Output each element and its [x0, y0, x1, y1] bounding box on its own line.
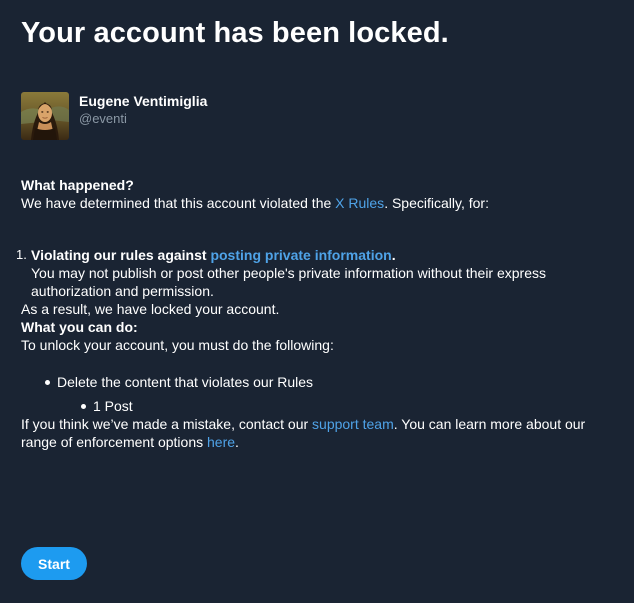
- what-happened-text-end: . Specifically, for:: [384, 195, 489, 211]
- action-sub-label: 1 Post: [93, 398, 133, 414]
- violation-description: You may not publish or post other people…: [31, 265, 546, 299]
- list-item: 1 Post: [57, 397, 616, 415]
- display-name: Eugene Ventimiglia: [79, 93, 208, 109]
- x-rules-link[interactable]: X Rules: [335, 195, 384, 211]
- action-label: Delete the content that violates our Rul…: [57, 374, 314, 390]
- bullet-icon: [45, 380, 50, 385]
- posting-private-information-link[interactable]: posting private information: [210, 247, 391, 263]
- page-title: Your account has been locked.: [21, 17, 449, 49]
- profile-card: Eugene Ventimiglia @eventi: [21, 92, 207, 140]
- what-happened-text: We have determined that this account vio…: [21, 194, 616, 212]
- what-happened-heading: What happened?: [21, 177, 134, 193]
- violation-item: 1. Violating our rules against posting p…: [16, 246, 616, 300]
- bullet-icon: [81, 404, 86, 409]
- violation-title: Violating our rules against posting priv…: [31, 246, 616, 264]
- mona-lisa-avatar-icon: [21, 92, 69, 140]
- start-button[interactable]: Start: [21, 547, 87, 580]
- violation-title-text: Violating our rules against: [31, 247, 211, 263]
- notice-body: What happened? We have determined that t…: [16, 176, 616, 451]
- violation-title-period: .: [391, 247, 396, 263]
- what-you-can-do-heading: What you can do:: [21, 319, 138, 335]
- what-you-can-do-text: To unlock your account, you must do the …: [21, 337, 334, 353]
- mistake-text: If you think we’ve made a mistake, conta…: [21, 415, 616, 451]
- mistake-text-end: .: [235, 434, 239, 450]
- what-happened-text-start: We have determined that this account vio…: [21, 195, 336, 211]
- user-handle: @eventi: [79, 111, 127, 126]
- avatar: [21, 92, 69, 140]
- support-team-link[interactable]: support team: [312, 416, 394, 432]
- actions-list: Delete the content that violates our Rul…: [21, 373, 616, 415]
- list-item: Delete the content that violates our Rul…: [21, 373, 616, 415]
- enforcement-options-link[interactable]: here: [207, 434, 235, 450]
- result-text: As a result, we have locked your account…: [21, 301, 280, 317]
- action-sub-list: 1 Post: [57, 397, 616, 415]
- violation-number: 1.: [16, 247, 27, 262]
- violation-list: 1. Violating our rules against posting p…: [16, 246, 616, 300]
- locked-account-page: Your account has been locked. Eugene Ven…: [0, 0, 634, 603]
- mistake-text-start: If you think we’ve made a mistake, conta…: [21, 416, 313, 432]
